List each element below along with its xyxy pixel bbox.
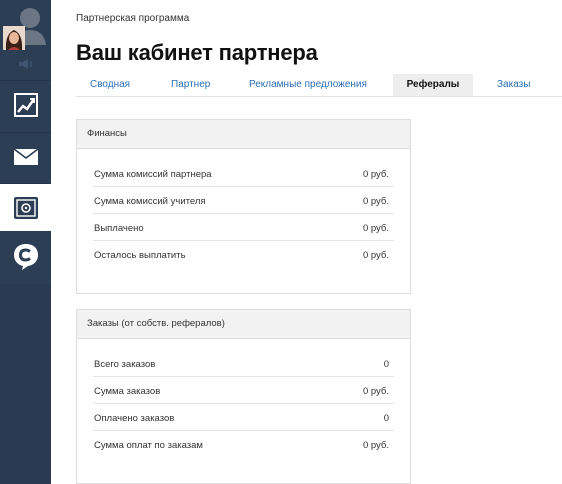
table-row: Сумма комиссий учителя 0 руб. — [93, 187, 394, 214]
tab-orders[interactable]: Заказы — [497, 74, 530, 96]
safe-icon — [13, 196, 38, 219]
table-row: Сумма комиссий партнера 0 руб. — [93, 160, 394, 187]
row-value: 0 — [383, 359, 389, 370]
tab-partner[interactable]: Партнер — [171, 74, 210, 96]
finance-panel: Финансы Сумма комиссий партнера 0 руб. С… — [76, 119, 411, 294]
orders-panel: Заказы (от собств. рефералов) Всего зака… — [76, 309, 411, 484]
chart-icon — [13, 92, 38, 117]
row-label: Сумма оплат по заказам — [94, 440, 203, 451]
breadcrumb[interactable]: Партнерская программа — [76, 13, 189, 24]
row-label: Всего заказов — [94, 359, 156, 370]
sidebar-item-stats[interactable] — [0, 81, 51, 128]
row-value: 0 руб. — [362, 169, 389, 180]
row-value: 0 руб. — [362, 223, 389, 234]
tab-ad-offers[interactable]: Рекламные предложения — [249, 74, 367, 96]
tab-summary[interactable]: Сводная — [90, 74, 130, 96]
row-value: 0 руб. — [362, 250, 389, 261]
page-title: Ваш кабинет партнера — [76, 40, 318, 65]
c-logo-icon — [13, 243, 38, 270]
row-label: Сумма комиссий партнера — [94, 169, 212, 180]
row-label: Осталось выплатить — [94, 250, 186, 261]
tab-bar: Сводная Партнер Рекламные предложения Ре… — [76, 74, 562, 97]
speaker-item[interactable] — [0, 50, 51, 78]
sidebar-item-messages[interactable] — [0, 133, 51, 180]
row-label: Сумма комиссий учителя — [94, 196, 206, 207]
tab-referrals[interactable]: Рефералы — [393, 74, 473, 96]
table-row: Сумма заказов 0 руб. — [93, 377, 394, 404]
avatar[interactable] — [3, 26, 25, 50]
sidebar-item-partner[interactable] — [0, 184, 51, 231]
mail-icon — [13, 147, 38, 165]
table-row: Оплачено заказов 0 — [93, 404, 394, 431]
row-label: Оплачено заказов — [94, 413, 175, 424]
row-label: Выплачено — [94, 223, 144, 234]
row-label: Сумма заказов — [94, 386, 161, 397]
speaker-icon — [18, 59, 32, 69]
user-block[interactable] — [0, 0, 51, 50]
orders-panel-title: Заказы (от собств. рефералов) — [77, 310, 410, 339]
table-row: Выплачено 0 руб. — [93, 214, 394, 241]
row-value: 0 руб. — [362, 440, 389, 451]
row-value: 0 руб. — [362, 196, 389, 207]
table-row: Осталось выплатить 0 руб. — [93, 241, 394, 267]
table-row: Всего заказов 0 — [93, 350, 394, 377]
finance-panel-title: Финансы — [77, 120, 410, 149]
row-value: 0 — [383, 413, 389, 424]
sidebar-item-support[interactable] — [0, 233, 51, 280]
table-row: Сумма оплат по заказам 0 руб. — [93, 431, 394, 457]
row-value: 0 руб. — [362, 386, 389, 397]
sidebar — [0, 0, 51, 484]
